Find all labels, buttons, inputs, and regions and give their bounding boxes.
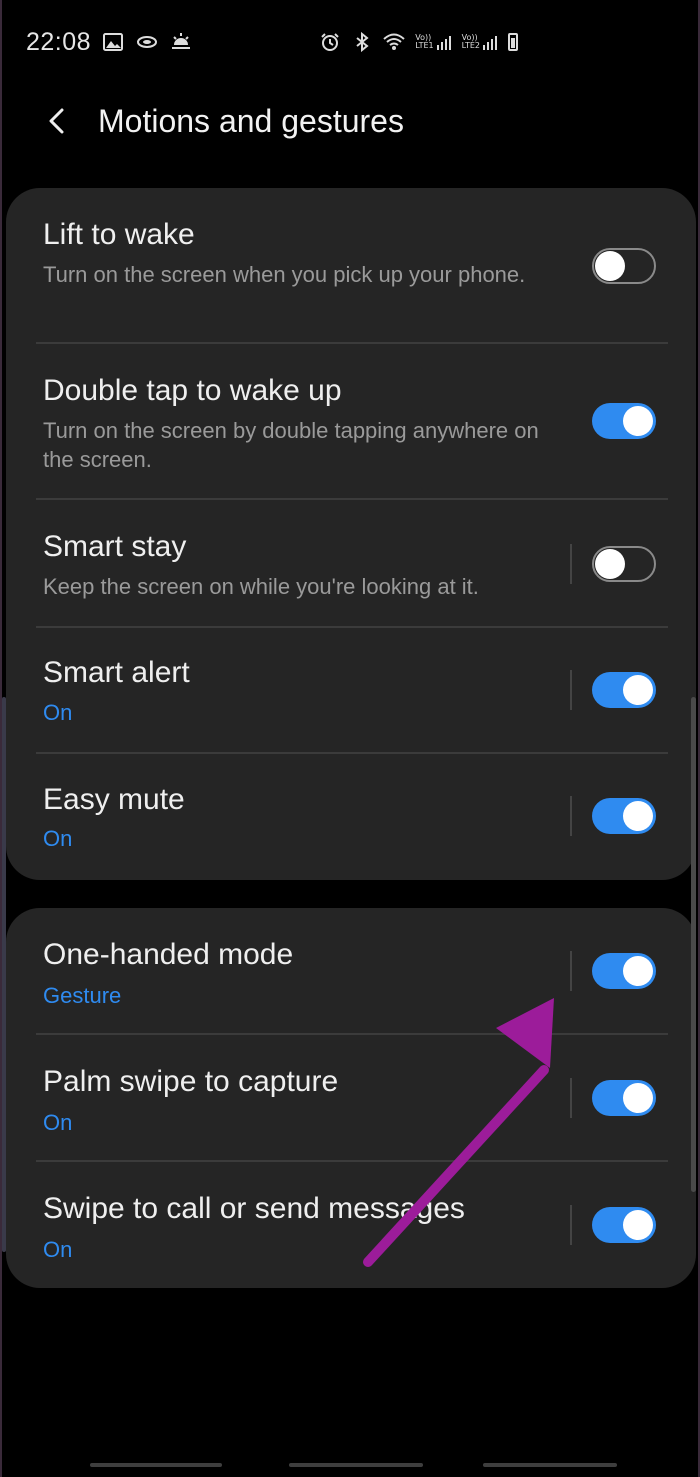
setting-subtitle: Turn on the screen by double tapping any… bbox=[43, 418, 539, 472]
setting-title: Double tap to wake up bbox=[43, 374, 342, 407]
setting-subtitle: On bbox=[43, 1110, 73, 1135]
navigation-bar bbox=[2, 1437, 698, 1477]
page-title: Motions and gestures bbox=[98, 103, 404, 139]
swipe-to-call-toggle[interactable] bbox=[592, 1207, 656, 1243]
setting-title: Smart stay bbox=[43, 530, 187, 563]
setting-title: One-handed mode bbox=[43, 938, 294, 971]
weather-icon bbox=[172, 33, 190, 49]
phone-screen: 22:08 Vo)) LTE1 Vo)) LTE2 Motions and ge… bbox=[0, 0, 700, 1477]
vertical-separator bbox=[570, 1205, 572, 1245]
toggle-knob bbox=[623, 956, 653, 986]
status-time: 22:08 bbox=[26, 28, 92, 56]
settings-group-1: Lift to wake Turn on the screen when you… bbox=[6, 188, 696, 880]
sim1-signal: Vo)) LTE1 bbox=[415, 34, 451, 50]
vertical-separator bbox=[570, 951, 572, 991]
sim2-label-bottom: LTE2 bbox=[461, 41, 480, 50]
battery-icon bbox=[508, 33, 518, 51]
vertical-separator bbox=[570, 670, 572, 710]
sim2-signal: Vo)) LTE2 bbox=[462, 34, 498, 50]
setting-subtitle: On bbox=[43, 700, 73, 725]
sync-icon bbox=[137, 36, 157, 48]
smart-alert-toggle[interactable] bbox=[592, 672, 656, 708]
setting-subtitle: On bbox=[43, 1237, 73, 1262]
toggle-knob bbox=[623, 406, 653, 436]
setting-row-easy-mute[interactable]: Easy mute On bbox=[6, 754, 696, 880]
setting-title: Smart alert bbox=[43, 656, 190, 689]
scrollbar[interactable] bbox=[691, 697, 696, 1192]
nav-recents-button[interactable] bbox=[90, 1463, 222, 1467]
nav-back-button[interactable] bbox=[483, 1463, 617, 1467]
setting-row-lift-to-wake[interactable]: Lift to wake Turn on the screen when you… bbox=[6, 188, 696, 344]
settings-group-2: One-handed mode Gesture Palm swipe to ca… bbox=[6, 908, 696, 1288]
signal-bars-icon bbox=[436, 36, 451, 50]
setting-subtitle: Keep the screen on while you're looking … bbox=[43, 574, 479, 599]
bluetooth-icon bbox=[356, 31, 369, 53]
toggle-knob bbox=[623, 801, 653, 831]
setting-title: Easy mute bbox=[43, 783, 185, 816]
easy-mute-toggle[interactable] bbox=[592, 798, 656, 834]
toggle-knob bbox=[595, 251, 625, 281]
toggle-knob bbox=[623, 1210, 653, 1240]
setting-title: Lift to wake bbox=[43, 218, 195, 251]
lift-to-wake-toggle[interactable] bbox=[592, 248, 656, 284]
status-right-icons: Vo)) LTE1 Vo)) LTE2 bbox=[319, 31, 518, 53]
toggle-knob bbox=[623, 675, 653, 705]
setting-title: Palm swipe to capture bbox=[43, 1065, 339, 1098]
toggle-knob bbox=[595, 549, 625, 579]
vertical-separator bbox=[570, 796, 572, 836]
setting-row-smart-stay[interactable]: Smart stay Keep the screen on while you'… bbox=[6, 500, 696, 628]
setting-subtitle: Gesture bbox=[43, 983, 122, 1008]
one-handed-mode-toggle[interactable] bbox=[592, 953, 656, 989]
sim1-label-bottom: LTE1 bbox=[415, 41, 434, 50]
double-tap-toggle[interactable] bbox=[592, 403, 656, 439]
status-bar: 22:08 Vo)) LTE1 Vo)) LTE2 bbox=[2, 0, 698, 80]
app-header: Motions and gestures bbox=[2, 88, 698, 158]
back-button[interactable] bbox=[32, 96, 82, 146]
setting-subtitle: On bbox=[43, 826, 73, 851]
setting-subtitle: Turn on the screen when you pick up your… bbox=[43, 262, 526, 287]
setting-row-swipe-to-call[interactable]: Swipe to call or send messages On bbox=[6, 1162, 696, 1288]
setting-row-palm-swipe[interactable]: Palm swipe to capture On bbox=[6, 1035, 696, 1162]
status-left-icons bbox=[102, 31, 192, 53]
gallery-icon bbox=[103, 33, 123, 51]
smart-stay-toggle[interactable] bbox=[592, 546, 656, 582]
vertical-separator bbox=[570, 1078, 572, 1118]
toggle-knob bbox=[623, 1083, 653, 1113]
nav-home-button[interactable] bbox=[289, 1463, 423, 1467]
setting-row-double-tap[interactable]: Double tap to wake up Turn on the screen… bbox=[6, 344, 696, 500]
setting-row-one-handed-mode[interactable]: One-handed mode Gesture bbox=[6, 908, 696, 1035]
wifi-icon bbox=[383, 33, 405, 50]
setting-row-smart-alert[interactable]: Smart alert On bbox=[6, 628, 696, 754]
vertical-separator bbox=[570, 544, 572, 584]
alarm-icon bbox=[321, 33, 339, 51]
chevron-left-icon bbox=[49, 108, 64, 134]
screen-edge-highlight bbox=[2, 697, 6, 1252]
palm-swipe-toggle[interactable] bbox=[592, 1080, 656, 1116]
signal-bars-icon bbox=[483, 36, 497, 50]
setting-title: Swipe to call or send messages bbox=[43, 1192, 465, 1225]
